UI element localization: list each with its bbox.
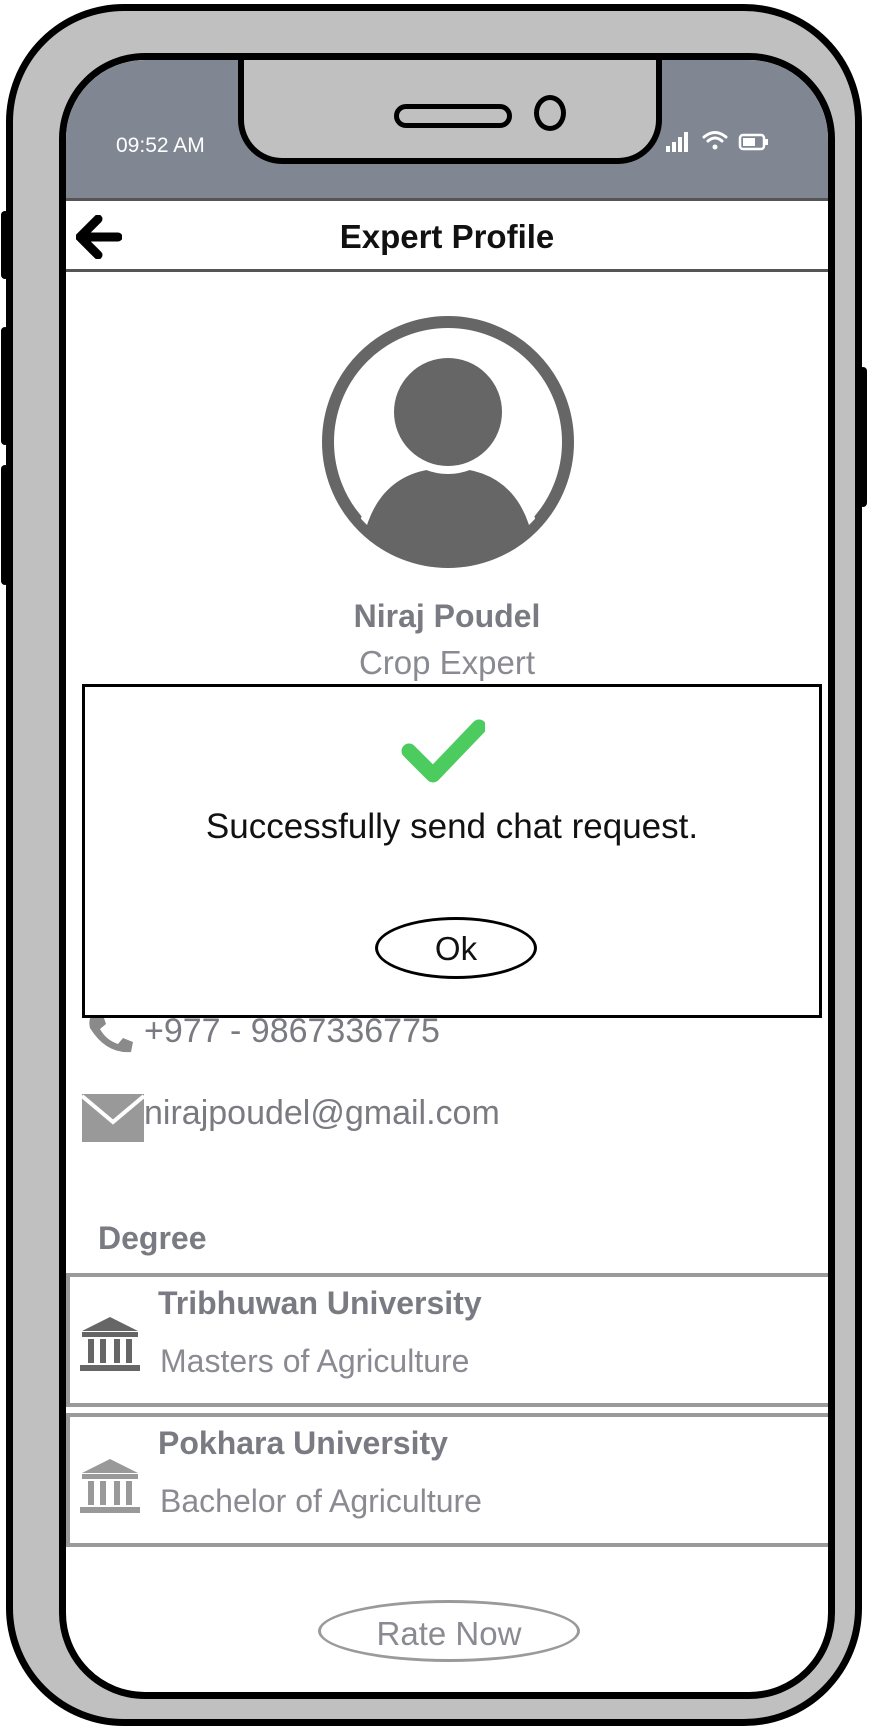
status-bar: 09:52 AM: [66, 60, 828, 203]
university-name: Tribhuwan University: [158, 1285, 482, 1321]
battery-icon: [738, 133, 768, 151]
wifi-icon: [702, 131, 728, 150]
mail-icon: [80, 1092, 146, 1144]
check-icon: [401, 719, 487, 783]
degree-program: Bachelor of Agriculture: [160, 1483, 482, 1519]
front-camera: [534, 95, 566, 131]
status-icons: [666, 128, 776, 163]
mute-switch: [1, 465, 9, 585]
success-dialog: Successfully send chat request. Ok: [82, 684, 822, 1018]
top-nav-bar: Expert Profile: [66, 198, 828, 272]
user-avatar-icon: [320, 314, 576, 570]
expert-name: Niraj Poudel: [353, 598, 541, 634]
degree-card: Pokhara University Bachelor of Agricultu…: [66, 1413, 828, 1547]
ok-button[interactable]: Ok: [375, 917, 537, 979]
signal-icon: [666, 132, 688, 152]
phone-notch: [238, 60, 662, 164]
rate-now-button[interactable]: Rate Now: [318, 1600, 580, 1662]
phone-screen: 09:52 AM Expert Profile Niraj Poudel Cro…: [59, 53, 835, 1699]
degree-heading: Degree: [98, 1220, 207, 1256]
degree-card: Tribhuwan University Masters of Agricult…: [66, 1273, 828, 1407]
volume-up-button: [1, 211, 9, 279]
expert-role: Crop Expert: [358, 644, 536, 681]
university-name: Pokhara University: [158, 1425, 448, 1461]
phone-frame: 09:52 AM Expert Profile Niraj Poudel Cro…: [1, 4, 867, 1726]
page-title: Expert Profile: [339, 218, 555, 255]
university-icon: [78, 1457, 142, 1515]
university-icon: [78, 1315, 142, 1373]
email-address: nirajpoudel@gmail.com: [144, 1094, 500, 1132]
speaker-grille: [394, 104, 512, 128]
power-button: [859, 367, 867, 507]
status-time: 09:52 AM: [116, 134, 205, 157]
dialog-message: Successfully send chat request.: [205, 807, 699, 846]
volume-down-button: [1, 327, 9, 445]
degree-program: Masters of Agriculture: [160, 1343, 470, 1379]
